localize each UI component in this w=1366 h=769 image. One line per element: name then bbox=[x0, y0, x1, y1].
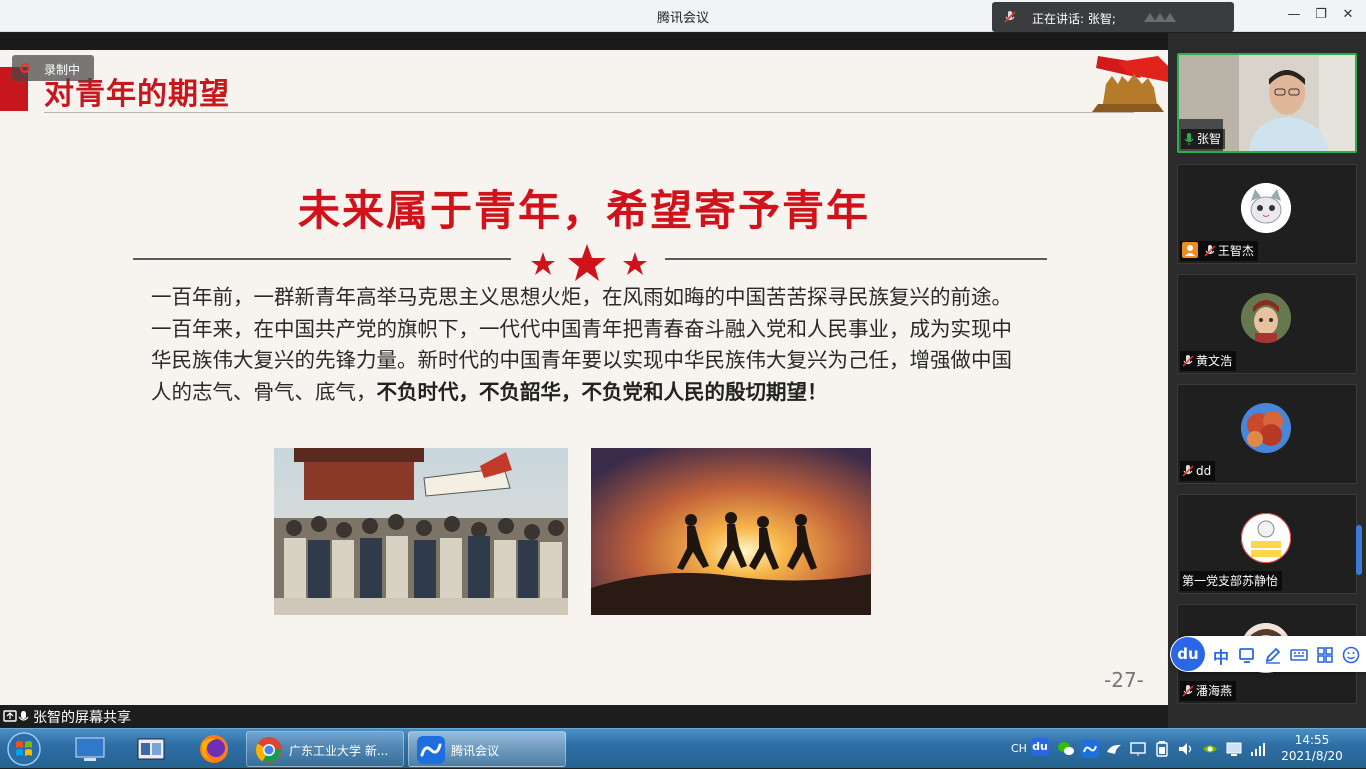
mic-muted-icon bbox=[1182, 465, 1194, 477]
cat-avatar bbox=[1241, 183, 1291, 233]
participant-tile-dd[interactable]: dd bbox=[1177, 384, 1357, 484]
participant-label: dd bbox=[1180, 461, 1216, 481]
user-icon bbox=[1182, 242, 1198, 258]
mic-active-icon bbox=[1184, 133, 1194, 145]
participant-tile-huangwenhao[interactable]: 黄文浩 bbox=[1177, 274, 1357, 374]
task-label: 广东工业大学 新... bbox=[289, 744, 389, 758]
participant-tile-sujingyi[interactable]: 第一党支部苏静怡 bbox=[1177, 494, 1357, 594]
participant-name: 黄文浩 bbox=[1196, 354, 1233, 368]
wechat-icon[interactable] bbox=[1057, 740, 1075, 758]
slide-main-title: 未来属于青年，希望寄予青年 bbox=[297, 186, 870, 235]
screen-share-label: 张智的屏幕共享 bbox=[0, 705, 150, 728]
network-icon[interactable] bbox=[1225, 740, 1243, 758]
close-button[interactable]: ✕ bbox=[1338, 6, 1358, 24]
mic-muted-icon bbox=[1204, 245, 1216, 257]
participant-tile-zhangzhi[interactable]: 张智 bbox=[1177, 53, 1357, 153]
speaking-indicator: 正在讲话: 张智; bbox=[992, 2, 1234, 32]
participant-tile-wangzhijie[interactable]: 王智杰 bbox=[1177, 164, 1357, 264]
baidu-ime-logo[interactable]: du bbox=[1171, 637, 1205, 671]
youth-running-sunset-image bbox=[591, 448, 871, 615]
system-clock[interactable]: 14:55 2021/8/20 bbox=[1276, 732, 1348, 764]
participant-name: 潘海燕 bbox=[1196, 684, 1233, 698]
task-label: 腾讯会议 bbox=[451, 744, 500, 758]
participant-label: 张智 bbox=[1181, 129, 1226, 149]
handwriting-pen-icon[interactable] bbox=[1264, 646, 1282, 664]
heading-divider bbox=[44, 112, 1134, 113]
minimize-button[interactable]: — bbox=[1284, 6, 1304, 24]
slide-body-text: 一百年前，一群新青年高举马克思主义思想火炬，在风雨如晦的中国苦苦探寻民族复兴的前… bbox=[151, 282, 1031, 408]
title-bar: 腾讯会议 正在讲话: 张智; — ❐ ✕ bbox=[0, 0, 1366, 32]
ime-toolbar: du 中 bbox=[1170, 636, 1366, 672]
signal-bars-icon[interactable] bbox=[1249, 740, 1267, 758]
title-divider-left bbox=[133, 258, 511, 260]
mic-muted-icon bbox=[1182, 355, 1194, 367]
clock-time: 14:55 bbox=[1294, 733, 1330, 747]
participants-panel: 张智 王智杰 黄文浩 dd 第一党支部苏静怡 潘海燕 bbox=[1168, 33, 1366, 728]
sticker-avatar bbox=[1241, 513, 1291, 563]
restore-button[interactable]: ❐ bbox=[1311, 6, 1331, 24]
may-fourth-painting-image bbox=[274, 448, 568, 615]
presentation-slide: 对青年的期望 未来属于青年，希望寄予青年 一百年前，一群新青年高举马克思主义思想… bbox=[0, 50, 1168, 705]
punctuation-icon[interactable] bbox=[1238, 646, 1256, 664]
participant-name: 王智杰 bbox=[1217, 244, 1254, 258]
firefox-icon[interactable] bbox=[190, 733, 238, 765]
chrome-icon bbox=[255, 737, 282, 763]
share-screen-mic-icon bbox=[3, 710, 29, 722]
body-text-bold: 不负时代，不负韶华，不负党和人民的殷切期望！ bbox=[376, 379, 828, 404]
battery-icon[interactable] bbox=[1153, 740, 1171, 758]
volume-icon[interactable] bbox=[1177, 740, 1195, 758]
emoji-icon[interactable] bbox=[1342, 646, 1360, 664]
clock-date: 2021/8/20 bbox=[1281, 749, 1343, 763]
recording-indicator[interactable]: 录制中 bbox=[12, 55, 94, 81]
participant-label: 黄文浩 bbox=[1180, 351, 1237, 371]
taskbar-tencent-meeting-task[interactable]: 腾讯会议 bbox=[408, 731, 566, 767]
tray-baidu-ime[interactable]: du bbox=[1031, 738, 1049, 756]
participant-label: 潘海燕 bbox=[1180, 681, 1237, 701]
participant-label: 第一党支部苏静怡 bbox=[1180, 571, 1283, 591]
cartoon-avatar bbox=[1241, 293, 1291, 343]
tencent-meeting-tray-icon[interactable] bbox=[1081, 740, 1099, 758]
page-number: -27- bbox=[1104, 668, 1144, 692]
desktop-monitor-icon[interactable] bbox=[66, 733, 114, 765]
flag-statue-decoration bbox=[1092, 56, 1168, 112]
bird-app-icon[interactable] bbox=[1105, 740, 1123, 758]
keyboard-icon[interactable] bbox=[1290, 646, 1308, 664]
stage-bottom-bar bbox=[150, 705, 1168, 728]
display-settings-icon[interactable] bbox=[1129, 740, 1147, 758]
participant-name: 张智 bbox=[1197, 132, 1222, 146]
taskbar-chrome-task[interactable]: 广东工业大学 新... bbox=[246, 731, 404, 767]
tencent-meeting-icon bbox=[417, 736, 445, 764]
title-divider-right bbox=[665, 258, 1047, 260]
shared-screen-stage: 对青年的期望 未来属于青年，希望寄予青年 一百年前，一群新青年高举马克思主义思想… bbox=[0, 33, 1168, 705]
mic-muted-icon bbox=[1182, 685, 1194, 697]
participant-label: 王智杰 bbox=[1180, 241, 1258, 261]
start-orb-icon[interactable] bbox=[4, 731, 44, 767]
participant-name: 第一党支部苏静怡 bbox=[1182, 574, 1279, 588]
tree-avatar bbox=[1241, 403, 1291, 453]
windows-taskbar: 广东工业大学 新... 腾讯会议 CH du 14:55 2021/8/20 bbox=[0, 728, 1366, 768]
mic-muted-icon bbox=[1004, 11, 1016, 23]
toolbox-grid-icon[interactable] bbox=[1316, 646, 1334, 664]
input-language[interactable]: CH bbox=[1011, 742, 1027, 755]
window-manager-icon[interactable] bbox=[128, 733, 176, 765]
three-stars-icon bbox=[531, 244, 647, 281]
nvidia-icon[interactable] bbox=[1201, 740, 1219, 758]
recording-label: 录制中 bbox=[44, 63, 81, 77]
blurred-name-icon bbox=[1144, 13, 1176, 22]
ime-mode-toggle[interactable]: 中 bbox=[1213, 644, 1229, 668]
record-dot-icon bbox=[20, 63, 30, 73]
speaking-text: 正在讲话: 张智; bbox=[1032, 12, 1116, 26]
participant-name: dd bbox=[1196, 464, 1212, 478]
screen-share-owner: 张智的屏幕共享 bbox=[33, 710, 131, 726]
participants-scrollbar[interactable] bbox=[1356, 525, 1362, 575]
